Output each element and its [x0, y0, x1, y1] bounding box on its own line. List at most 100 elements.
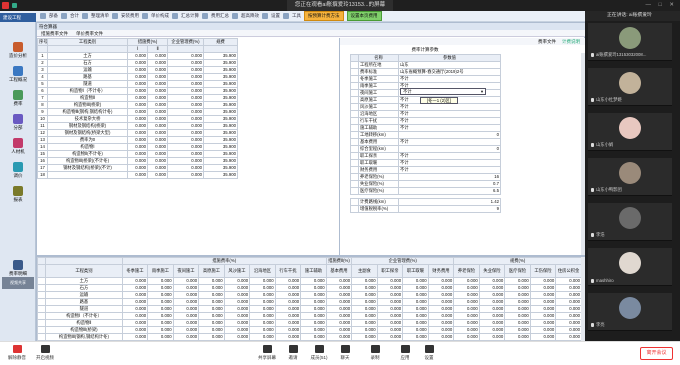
window-controls[interactable]: — □ ✕: [646, 0, 678, 11]
participant-tile[interactable]: 山东小娟: [588, 113, 672, 151]
toolbar-item[interactable]: 部备: [49, 13, 58, 19]
param-extra-row[interactable]: 计费路线(km) 1.42: [350, 198, 501, 206]
table-row[interactable]: 4 路基 0.000 0.000 0.000 35.900: [37, 73, 239, 81]
leave-meeting-button[interactable]: 离开会议: [640, 347, 673, 360]
table-row[interactable]: 7 构造物Ⅱ 0.000 0.000 0.000 35.900: [37, 94, 239, 102]
param-value[interactable]: 不计: [398, 103, 501, 111]
toolbar-item[interactable]: 工具: [292, 13, 301, 19]
chevron-down-icon[interactable]: ▾: [481, 89, 485, 95]
param-row[interactable]: 基本费用 不计: [350, 138, 501, 146]
param-value[interactable]: 6.5: [398, 187, 501, 195]
table-row[interactable]: 15 构造物Ⅱ(不计冬) 0.000 0.000 0.000 35.900: [37, 150, 239, 158]
param-row[interactable]: 行车干扰 不计: [350, 117, 501, 125]
table-row[interactable]: 10 技术复杂大桥 0.000 0.000 0.000 35.900: [37, 115, 239, 123]
param-row[interactable]: 风沙施工 不计: [350, 103, 501, 111]
toolbar-item[interactable]: 合计: [70, 13, 79, 19]
table-row[interactable]: 11 钢材及钢结构(桥梁) 0.000 0.000 0.000 35.900: [37, 122, 239, 130]
param-row[interactable]: 养老保险(%) 16: [350, 173, 501, 181]
table-row[interactable]: 13 费率为0 0.000 0.000 0.000 35.900: [37, 136, 239, 144]
param-value[interactable]: 0.7: [398, 180, 501, 188]
param-tab[interactable]: 费率文件: [538, 39, 556, 44]
param-row[interactable]: 施工辅助 不计: [350, 124, 501, 132]
sidebar-item[interactable]: 分部: [4, 114, 32, 131]
table-row[interactable]: 路基 0.000 0.000 0.000 0.000 0.000 0.000 0.000 0.0…: [36, 298, 582, 306]
param-value[interactable]: 0: [398, 131, 501, 139]
participant-tile[interactable]: 李浩: [588, 203, 672, 241]
param-value[interactable]: 0: [398, 145, 501, 153]
param-row[interactable]: 工程所在地 山东: [350, 61, 501, 69]
sidebar-item[interactable]: 费率: [4, 90, 32, 107]
table-row[interactable]: 土方 0.000 0.000 0.000 0.000 0.000 0.000 0.000 0.0…: [36, 277, 582, 285]
param-value[interactable]: 不计: [398, 110, 501, 118]
table-row[interactable]: 构造物Ⅲ(桥梁) 0.000 0.000 0.000 0.000 0.000 0.000 0.…: [36, 326, 582, 334]
toolbar-item[interactable]: 安装费用: [121, 13, 139, 19]
param-row[interactable]: 费率标准 山东省概预算-春交通厅(2019)2号: [350, 68, 501, 76]
participant-tile[interactable]: 山东小杜梦姬: [588, 68, 672, 106]
sidebar-item[interactable]: 造价分析: [4, 42, 32, 59]
param-value[interactable]: 9: [398, 205, 501, 213]
sidebar-item[interactable]: 人材机: [4, 138, 32, 155]
meeting-control-button[interactable]: 开启视频: [30, 345, 60, 361]
toolbar-item[interactable]: 费用汇总: [211, 13, 229, 19]
param-row[interactable]: 职工探亲 不计: [350, 152, 501, 160]
toolbar-item[interactable]: 整理清单: [91, 13, 109, 19]
sidebar-item[interactable]: 报表: [4, 186, 32, 203]
table-row[interactable]: 石方 0.000 0.000 0.000 0.000 0.000 0.000 0.000 0.0…: [36, 284, 582, 292]
param-value[interactable]: 山东: [398, 61, 501, 69]
participant-tile[interactable]: 李亮: [588, 293, 672, 331]
meeting-control-button[interactable]: 录制: [360, 345, 390, 361]
file-tab[interactable]: 措施费率文件: [41, 30, 68, 36]
toolbar-icon[interactable]: [112, 13, 118, 19]
toolbar-icon[interactable]: [232, 13, 238, 19]
param-value[interactable]: 不计: [398, 166, 501, 174]
sidebar-item[interactable]: 调价: [4, 162, 32, 179]
app-tab[interactable]: 建设工程: [0, 13, 36, 22]
table-row[interactable]: 构造物Ⅲ(钢构,钢结构计冬) 0.000 0.000 0.000 0.000 0.000 0…: [36, 333, 582, 341]
param-row[interactable]: 职工取暖 不计: [350, 159, 501, 167]
param-row[interactable]: 综合里程(km) 0: [350, 145, 501, 153]
param-value[interactable]: 不计: [398, 124, 501, 132]
table-row[interactable]: 2 石方 0.000 0.000 0.000 35.900: [37, 59, 239, 67]
param-row[interactable]: 沿海地区 不计: [350, 110, 501, 118]
param-row[interactable]: 失业保险(%) 0.7: [350, 180, 501, 188]
participant-tile[interactable]: ai账撰爱玲13153032008...: [588, 23, 672, 61]
table-row[interactable]: 运输 0.000 0.000 0.000 0.000 0.000 0.000 0.000 0.0…: [36, 291, 582, 299]
toolbar-icon[interactable]: [142, 13, 148, 19]
param-value[interactable]: 不计: [398, 117, 501, 125]
param-value[interactable]: 山东省概预算-春交通厅(2019)2号: [398, 68, 501, 76]
calc-method-button[interactable]: 按预算计费方法: [304, 11, 344, 21]
table-row[interactable]: 隧道 0.000 0.000 0.000 0.000 0.000 0.000 0.000 0.0…: [36, 305, 582, 313]
table-row[interactable]: 构造物Ⅰ（不计冬） 0.000 0.000 0.000 0.000 0.000 0.000 0…: [36, 312, 582, 320]
param-value[interactable]: 1.42: [398, 198, 501, 206]
table-row[interactable]: 构造物Ⅱ 0.000 0.000 0.000 0.000 0.000 0.000 0.000 0…: [36, 319, 582, 327]
meeting-control-button[interactable]: 设置: [414, 345, 444, 361]
winter-combo[interactable]: 不计 ▾: [400, 88, 486, 95]
param-value[interactable]: 不计: [398, 75, 501, 83]
table-row[interactable]: 17 钢材及钢结构(桥梁)(不计) 0.000 0.000 0.000 35.900: [37, 164, 239, 172]
param-row[interactable]: 冬季施工 不计: [350, 75, 501, 83]
table-row[interactable]: 12 钢材及钢结构(桥梁大型) 0.000 0.000 0.000 35.900: [37, 129, 239, 137]
table-row[interactable]: 5 隧道 0.000 0.000 0.000 35.900: [37, 80, 239, 88]
toolbar-item[interactable]: 汇总计算: [181, 13, 199, 19]
table-row[interactable]: 8 构造物Ⅲ(桥梁) 0.000 0.000 0.000 35.900: [37, 101, 239, 109]
toolbar-icon[interactable]: [40, 13, 46, 19]
toolbar-icon[interactable]: [82, 13, 88, 19]
participant-tile[interactable]: 山东小鸭影团: [588, 158, 672, 196]
param-tab[interactable]: 计费说明: [562, 39, 580, 44]
param-row[interactable]: 财务费用 不计: [350, 166, 501, 174]
table-row[interactable]: 16 构造物Ⅲ(桥梁)(不计冬) 0.000 0.000 0.000 35.900: [37, 157, 239, 165]
sidebar-item[interactable]: 工程概况: [4, 66, 32, 83]
participant-tile[interactable]: mashhiro: [588, 248, 672, 286]
param-value[interactable]: 16: [398, 173, 501, 181]
param-value[interactable]: 不计: [398, 159, 501, 167]
table-row[interactable]: 6 构造物Ⅰ（不计冬） 0.000 0.000 0.000 35.900: [37, 87, 239, 95]
param-extra-row[interactable]: 增值税税率(%) 9: [350, 205, 501, 213]
table-row[interactable]: 1 土方 0.000 0.000 0.000 35.900: [37, 52, 239, 60]
sub-tab[interactable]: 符合算器: [37, 23, 586, 30]
param-value[interactable]: 不计: [398, 152, 501, 160]
table-row[interactable]: 14 构造物Ⅰ 0.000 0.000 0.000 35.900: [37, 143, 239, 151]
toolbar-item[interactable]: 设置: [271, 13, 280, 19]
toolbar-icon[interactable]: [283, 13, 289, 19]
table-row[interactable]: 9 构造物Ⅲ(钢构,钢结构计冬) 0.000 0.000 0.000 35.900: [37, 108, 239, 116]
sidebar-item[interactable]: 费率明细: [4, 260, 32, 277]
